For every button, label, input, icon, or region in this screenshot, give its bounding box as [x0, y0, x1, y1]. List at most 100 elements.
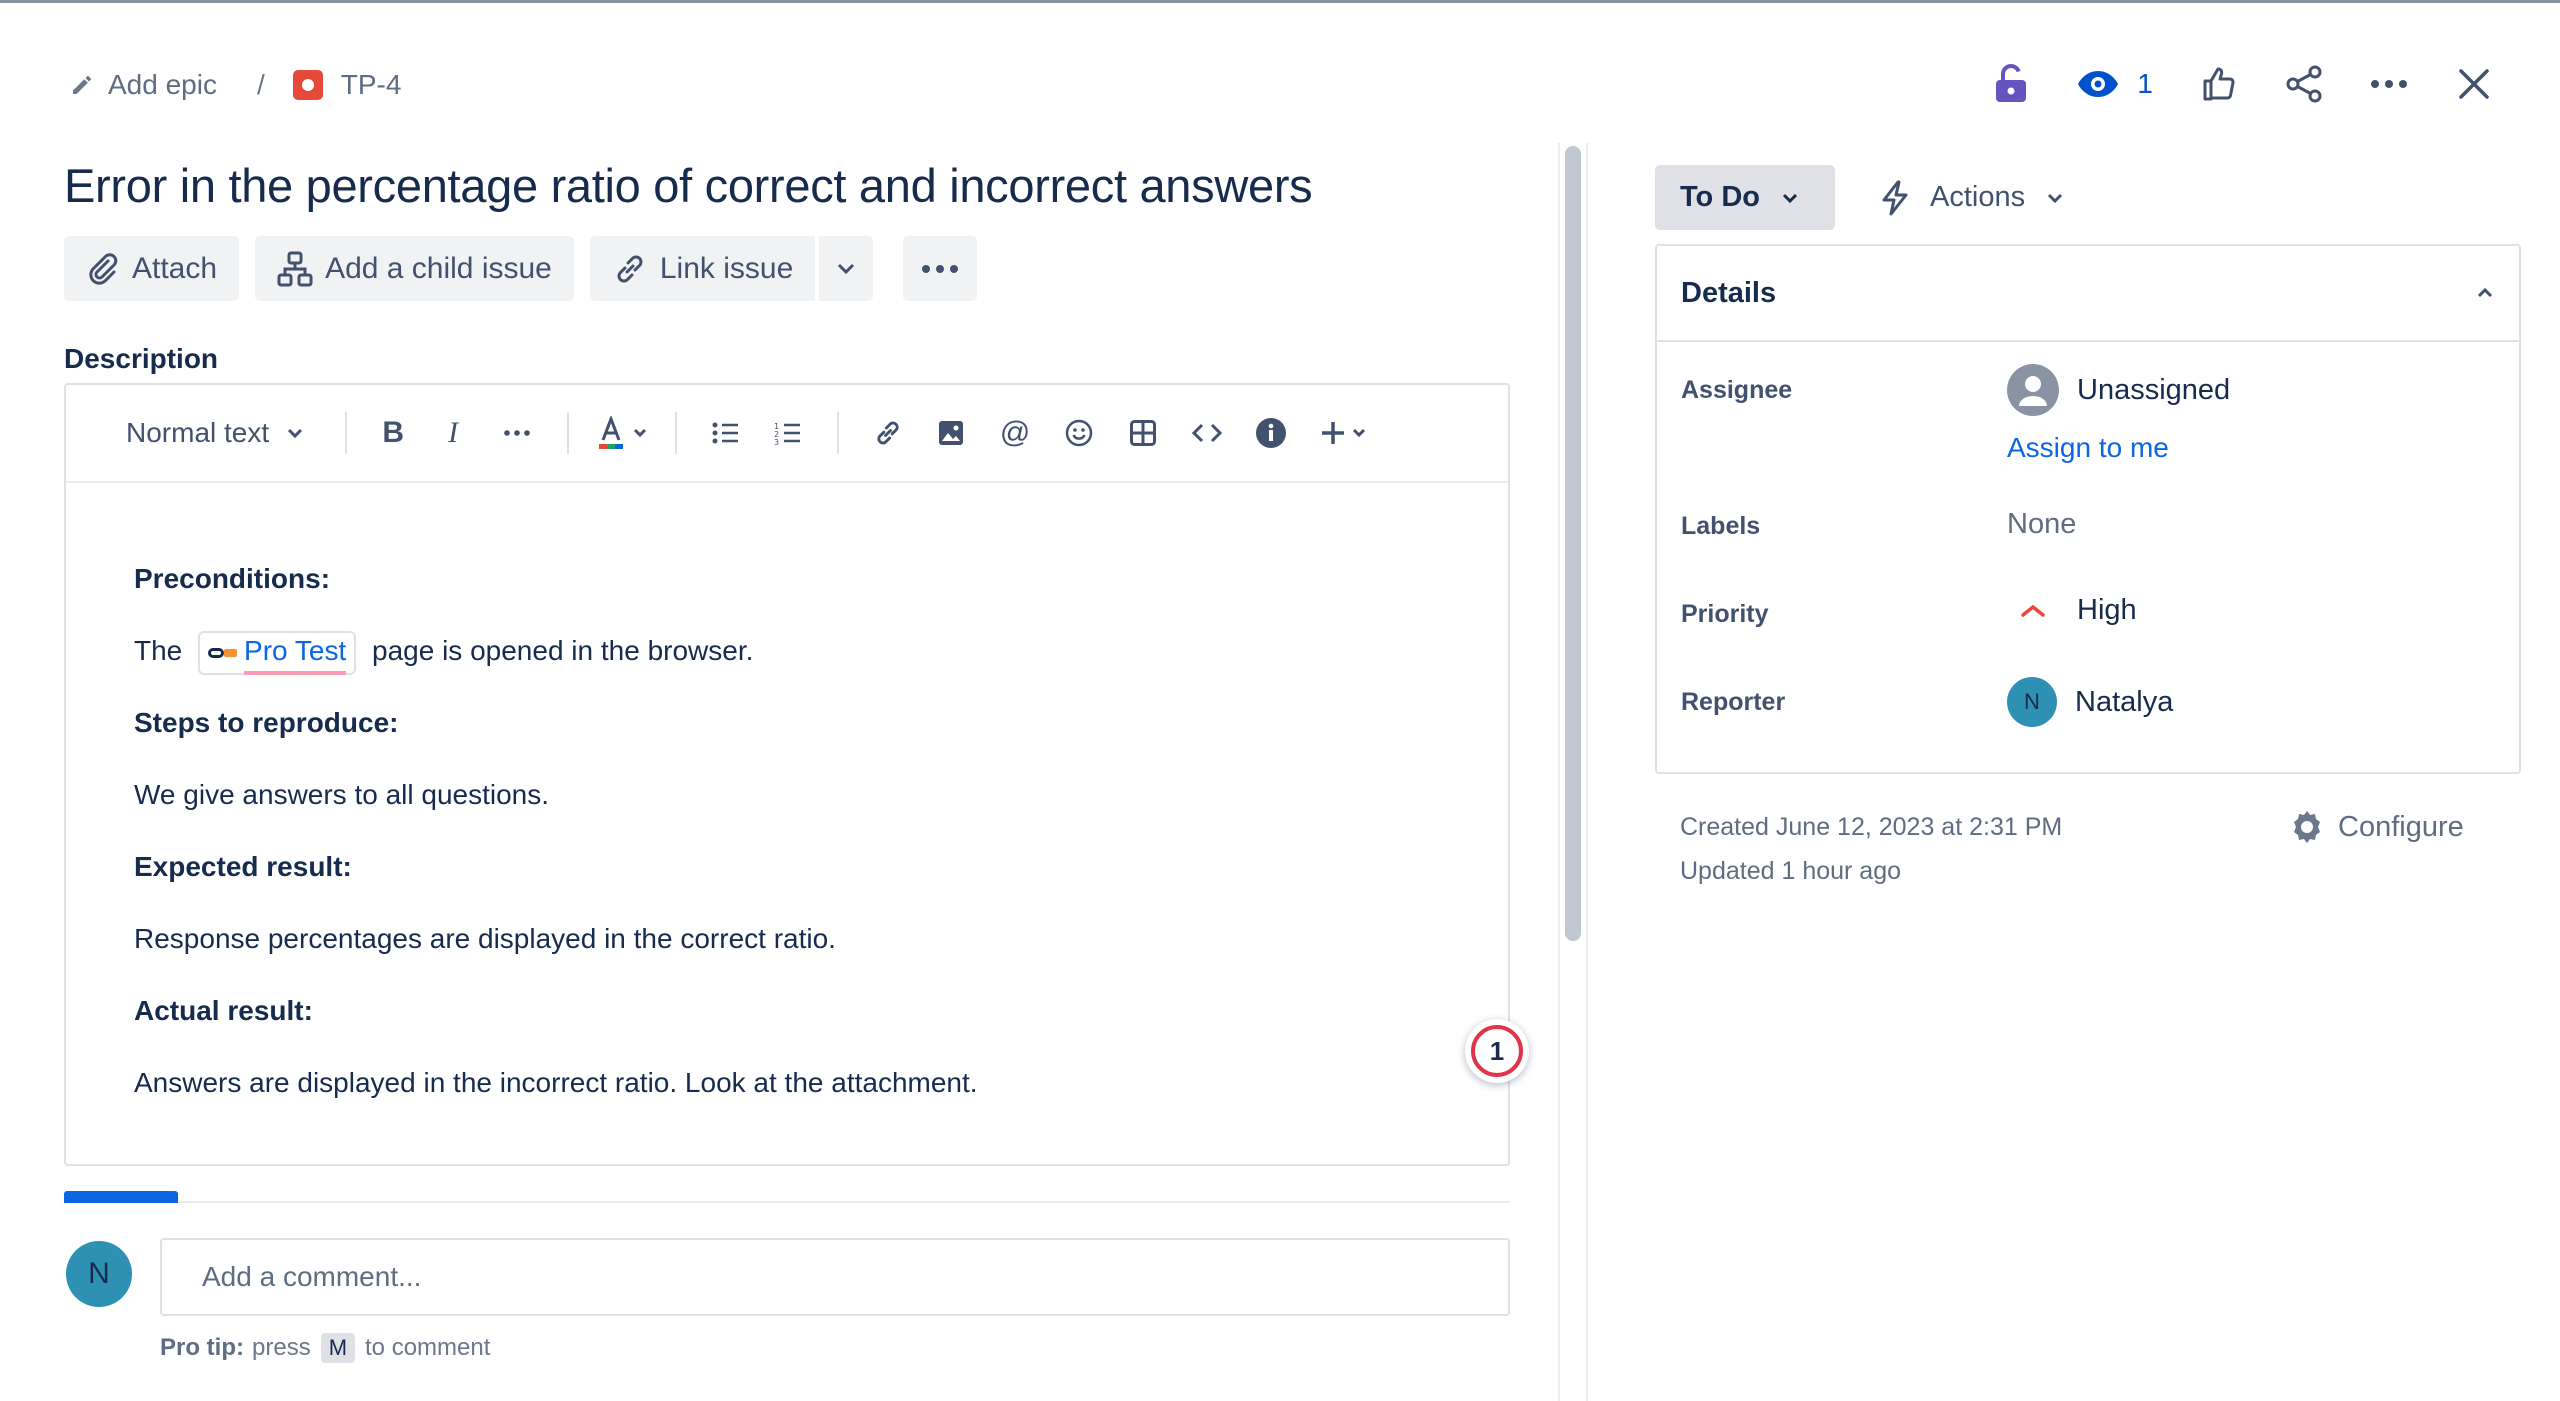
pro-test-logo-icon: [208, 647, 238, 658]
more-actions-button[interactable]: [903, 236, 978, 301]
lightning-icon: [1882, 180, 1908, 215]
bold-button[interactable]: B: [365, 384, 421, 482]
pro-test-smart-link[interactable]: Pro Test: [198, 630, 357, 675]
mention-button[interactable]: @: [983, 384, 1047, 482]
reporter-value[interactable]: N Natalya: [2007, 677, 2173, 727]
pro-test-label: Pro Test: [244, 631, 347, 675]
chevron-down-icon: [1782, 193, 1798, 203]
assignee-value[interactable]: Unassigned: [2007, 364, 2230, 416]
pro-tip-suffix: to comment: [365, 1334, 491, 1361]
pro-tip-label: Pro tip:: [160, 1334, 244, 1361]
priority-value[interactable]: High: [2007, 594, 2137, 627]
avatar: N: [2007, 677, 2057, 727]
bug-type-icon: [292, 70, 323, 100]
status-dropdown[interactable]: To Do: [1655, 165, 1835, 230]
priority-high-icon: [2021, 604, 2045, 617]
add-child-label: Add a child issue: [325, 251, 552, 285]
insert-more-button[interactable]: [1303, 384, 1383, 482]
description-editor[interactable]: Normal text B I 123 @ Preconditions: The…: [64, 383, 1510, 1166]
preconditions-heading: Preconditions:: [134, 563, 331, 594]
chevron-down-icon: [1353, 428, 1366, 438]
reporter-initial: N: [2024, 689, 2040, 714]
precondition-suffix: page is opened in the browser.: [372, 635, 754, 666]
table-button[interactable]: [1111, 384, 1175, 482]
image-button[interactable]: [919, 384, 983, 482]
text-style-dropdown[interactable]: Normal text: [126, 384, 303, 482]
add-child-issue-button[interactable]: Add a child issue: [255, 236, 574, 301]
actual-heading: Actual result:: [134, 995, 313, 1026]
breadcrumb: Add epic / TP-4: [70, 65, 401, 105]
breadcrumb-separator: /: [256, 69, 265, 100]
close-icon[interactable]: [2448, 58, 2500, 110]
activity-tabs-divider: [64, 1201, 1510, 1203]
created-date: Created June 12, 2023 at 2:31 PM: [1680, 813, 2063, 841]
code-icon: [1192, 423, 1223, 443]
attach-button[interactable]: Attach: [64, 236, 240, 301]
bold-icon: B: [382, 416, 404, 449]
more-icon: [504, 430, 530, 436]
emoji-icon: [1065, 419, 1093, 447]
text-color-icon: [599, 416, 624, 449]
numbered-list-button[interactable]: 123: [757, 384, 819, 482]
link-issue-dropdown[interactable]: [817, 236, 874, 301]
text-style-label: Normal text: [126, 417, 270, 448]
expected-text: Response percentages are displayed in th…: [134, 923, 836, 954]
italic-button[interactable]: I: [421, 384, 485, 482]
comment-input[interactable]: Add a comment...: [160, 1238, 1510, 1316]
link-button[interactable]: [857, 384, 919, 482]
assign-to-me-link[interactable]: Assign to me: [2007, 432, 2169, 464]
hierarchy-icon: [277, 251, 313, 286]
more-icon: [922, 264, 959, 273]
grammar-issues-badge[interactable]: 1: [1465, 1019, 1529, 1083]
link-issue-button[interactable]: Link issue: [589, 236, 816, 301]
unassigned-avatar-icon: [2007, 364, 2059, 416]
pro-tip: Pro tip: press M to comment: [160, 1333, 490, 1363]
precondition-line: The Pro Test page is opened in the brows…: [134, 615, 1508, 687]
steps-heading: Steps to reproduce:: [134, 707, 399, 738]
lock-icon[interactable]: [1985, 58, 2037, 110]
link-icon: [877, 421, 899, 445]
add-epic-link[interactable]: Add epic: [108, 69, 217, 101]
text-color-button[interactable]: [587, 384, 657, 482]
details-header[interactable]: Details: [1657, 246, 2519, 342]
description-content[interactable]: Preconditions: The Pro Test page is open…: [66, 483, 1508, 1119]
chevron-down-icon: [288, 428, 303, 438]
share-icon[interactable]: [2278, 58, 2330, 110]
more-icon[interactable]: [2363, 58, 2415, 110]
priority-name: High: [2077, 594, 2137, 626]
mention-icon: @: [999, 416, 1031, 449]
eye-icon: [2077, 69, 2119, 99]
svg-text:3: 3: [774, 438, 779, 445]
issue-actions: Attach Add a child issue Link issue: [64, 236, 993, 301]
actions-label: Actions: [1930, 181, 2026, 213]
attach-label: Attach: [132, 251, 218, 285]
emoji-button[interactable]: [1047, 384, 1111, 482]
scrollbar-thumb[interactable]: [1565, 146, 1581, 941]
info-panel-button[interactable]: [1239, 384, 1303, 482]
issue-title[interactable]: Error in the percentage ratio of correct…: [64, 158, 1313, 213]
grammar-issues-count: 1: [1471, 1025, 1523, 1077]
code-button[interactable]: [1175, 384, 1239, 482]
watch-button[interactable]: 1: [2077, 68, 2153, 100]
configure-label: Configure: [2338, 810, 2464, 843]
status-label: To Do: [1680, 181, 1760, 213]
numbered-list-icon: 123: [774, 422, 801, 445]
issue-key-link[interactable]: TP-4: [341, 69, 402, 101]
labels-value[interactable]: None: [2007, 508, 2076, 541]
watch-count: 1: [2137, 68, 2153, 99]
more-formatting-button[interactable]: [485, 384, 549, 482]
issue-modal: Add epic / TP-4 1 Error in the percentag…: [0, 0, 2560, 1401]
activity-tab-active-indicator[interactable]: [64, 1191, 178, 1203]
description-label: Description: [64, 343, 219, 374]
actions-dropdown[interactable]: Actions: [1880, 165, 2063, 230]
configure-button[interactable]: Configure: [2288, 808, 2464, 846]
italic-icon: I: [448, 416, 459, 449]
bullet-list-icon: [712, 422, 739, 444]
avatar-initial: N: [88, 1257, 110, 1290]
pro-tip-key: M: [320, 1333, 356, 1363]
bullet-list-button[interactable]: [695, 384, 757, 482]
link-issue-label: Link issue: [659, 251, 794, 285]
avatar: N: [66, 1241, 132, 1307]
thumbs-up-icon[interactable]: [2193, 58, 2245, 110]
info-icon: [1256, 418, 1287, 448]
